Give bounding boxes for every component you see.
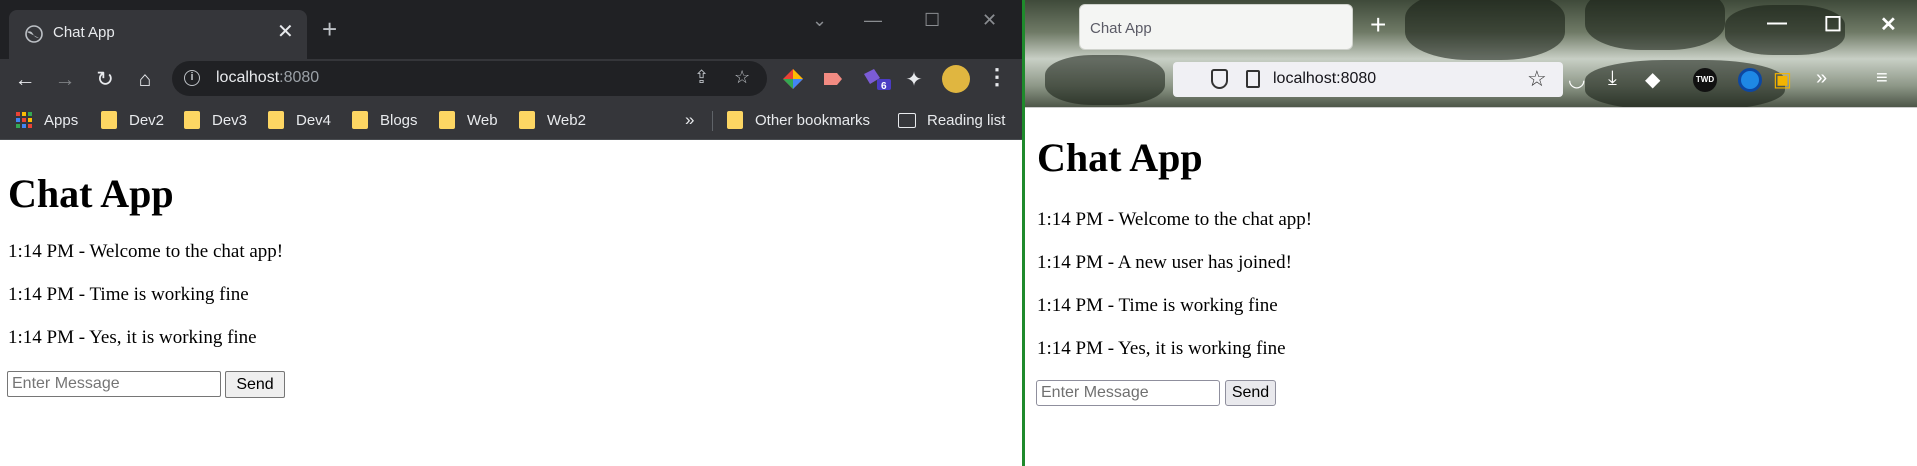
page-title: Chat App [1037,135,1203,180]
analytics-extension-icon[interactable]: ▣ [1773,67,1792,92]
firefox-url: localhost:8080 [1273,70,1377,87]
bookmark-apps[interactable]: Apps [16,110,78,130]
chrome-tab-title: Chat App [53,24,115,41]
firefox-window: Chat App + — ☐ ✕ localhost:8080 ☆ ◡ ⤓ ◆ … [1025,0,1917,466]
minimize-icon[interactable]: — [1767,12,1787,35]
firefox-tab-title: Chat App [1090,20,1152,37]
bookmark-star-icon[interactable]: ☆ [1527,66,1547,92]
chrome-window: Chat App ✕ + ⌄ — ☐ ✕ ← → ↻ ⌂ i localhost… [0,0,1022,466]
maximize-icon[interactable]: ☐ [924,10,940,31]
close-window-icon[interactable]: ✕ [1880,12,1897,37]
share-icon[interactable]: ⇪ [694,67,709,88]
bookmark-dev3[interactable]: Dev3 [184,110,247,130]
firefox-tab-chat-app[interactable]: Chat App [1079,4,1353,50]
close-window-icon[interactable]: ✕ [982,10,997,31]
overflow-chevron-icon[interactable]: » [1816,67,1827,90]
maximize-icon[interactable]: ☐ [1824,12,1842,37]
chrome-page-content: Chat App 1:14 PM - Welcome to the chat a… [0,140,1022,466]
theme-foliage [1045,55,1165,105]
chrome-tab-chat-app[interactable]: Chat App ✕ [9,10,307,59]
folder-icon [101,111,117,129]
reload-icon[interactable]: ↻ [88,63,122,97]
reading-list-icon [898,112,916,128]
video-extension-icon[interactable] [822,68,844,90]
send-button[interactable]: Send [225,371,285,398]
bookmark-label: Other bookmarks [755,111,871,129]
close-tab-icon[interactable]: ✕ [277,20,294,44]
firefox-page-content: Chat App 1:14 PM - Welcome to the chat a… [1025,107,1917,466]
folder-icon [519,111,535,129]
back-arrow-icon[interactable]: ← [8,63,42,97]
bookmark-star-icon[interactable]: ☆ [734,67,750,88]
minimize-icon[interactable]: — [864,10,882,31]
theme-foliage [1405,0,1565,60]
chrome-toolbar: ← → ↻ ⌂ i localhost:8080 ⇪ ☆ 6 ✦ ⋮ [0,59,1022,101]
message-input[interactable]: Enter Message [7,371,221,397]
theme-foliage [1585,0,1725,50]
bookmark-dev2[interactable]: Dev2 [101,110,164,130]
reading-list-label: Reading list [927,111,1006,129]
tab-search-chevron-icon[interactable]: ⌄ [812,10,827,31]
reading-list-button[interactable]: Reading list [898,110,1005,130]
extension-badge-icon[interactable] [862,68,892,90]
folder-icon [727,111,743,129]
bookmark-label: Blogs [380,111,418,129]
chat-message: 1:14 PM - Time is working fine [8,284,249,305]
bookmark-web[interactable]: Web [439,110,498,130]
home-icon[interactable]: ⌂ [128,63,162,97]
bookmark-other[interactable]: Other bookmarks [727,110,870,130]
bookmark-label: Dev2 [129,111,165,129]
bookmarks-divider [712,111,713,131]
new-tab-icon[interactable]: + [1370,11,1386,39]
globe-icon [25,25,43,43]
chrome-url: localhost:8080 [216,69,320,86]
bookmark-label: Dev3 [212,111,248,129]
chrome-tabstrip: Chat App ✕ + ⌄ — ☐ ✕ [0,0,1022,59]
extension-icon[interactable]: ◆ [1645,67,1660,92]
bookmark-label: Dev4 [296,111,332,129]
download-icon[interactable]: ⤓ [1608,67,1617,90]
new-tab-icon[interactable]: + [322,16,337,42]
folder-icon [352,111,368,129]
chat-message: 1:14 PM - Time is working fine [1037,295,1278,316]
bookmark-dev4[interactable]: Dev4 [268,110,331,130]
folder-icon [439,111,455,129]
firefox-address-bar[interactable]: localhost:8080 ☆ [1173,62,1563,97]
hamburger-menu-icon[interactable]: ≡ [1876,67,1888,90]
page-info-icon[interactable] [1246,70,1260,88]
apps-grid-icon [16,112,32,128]
tracking-shield-icon[interactable] [1211,69,1228,89]
bookmark-blogs[interactable]: Blogs [352,110,418,130]
pocket-icon[interactable]: ◡ [1568,67,1585,92]
chrome-bookmarks-bar: Apps Dev2 Dev3 Dev4 Blogs Web Web2 » Oth… [0,101,1022,140]
folder-icon [268,111,284,129]
forward-arrow-icon[interactable]: → [48,63,82,97]
profile-avatar[interactable] [942,65,970,93]
site-info-icon[interactable]: i [184,70,200,86]
chat-message: 1:14 PM - Welcome to the chat app! [8,241,284,262]
puzzle-extensions-icon[interactable]: ✦ [897,63,931,97]
chat-message: 1:14 PM - Yes, it is working fine [1037,338,1286,359]
send-button[interactable]: Send [1225,380,1276,406]
bookmark-label: Web [467,111,498,129]
bookmark-label: Web2 [547,111,586,129]
colorpicker-extension-icon[interactable] [1738,68,1762,92]
twd-extension-icon[interactable]: TWD [1693,68,1717,92]
chat-message: 1:14 PM - Welcome to the chat app! [1037,209,1313,230]
extension-badge-count: 6 [881,81,887,92]
chat-message: 1:14 PM - Yes, it is working fine [8,327,257,348]
more-bookmarks-chevron-icon[interactable]: » [685,110,694,130]
color-extension-icon[interactable] [782,68,804,90]
folder-icon [184,111,200,129]
chrome-menu-icon[interactable]: ⋮ [986,66,1008,88]
chrome-address-bar[interactable]: i localhost:8080 ⇪ ☆ [172,61,767,96]
firefox-themed-header: Chat App + — ☐ ✕ localhost:8080 ☆ ◡ ⤓ ◆ … [1025,0,1917,110]
bookmark-label: Apps [44,111,79,129]
bookmark-web2[interactable]: Web2 [519,110,586,130]
page-title: Chat App [8,171,174,216]
message-input[interactable]: Enter Message [1036,380,1220,406]
chat-message: 1:14 PM - A new user has joined! [1037,252,1292,273]
